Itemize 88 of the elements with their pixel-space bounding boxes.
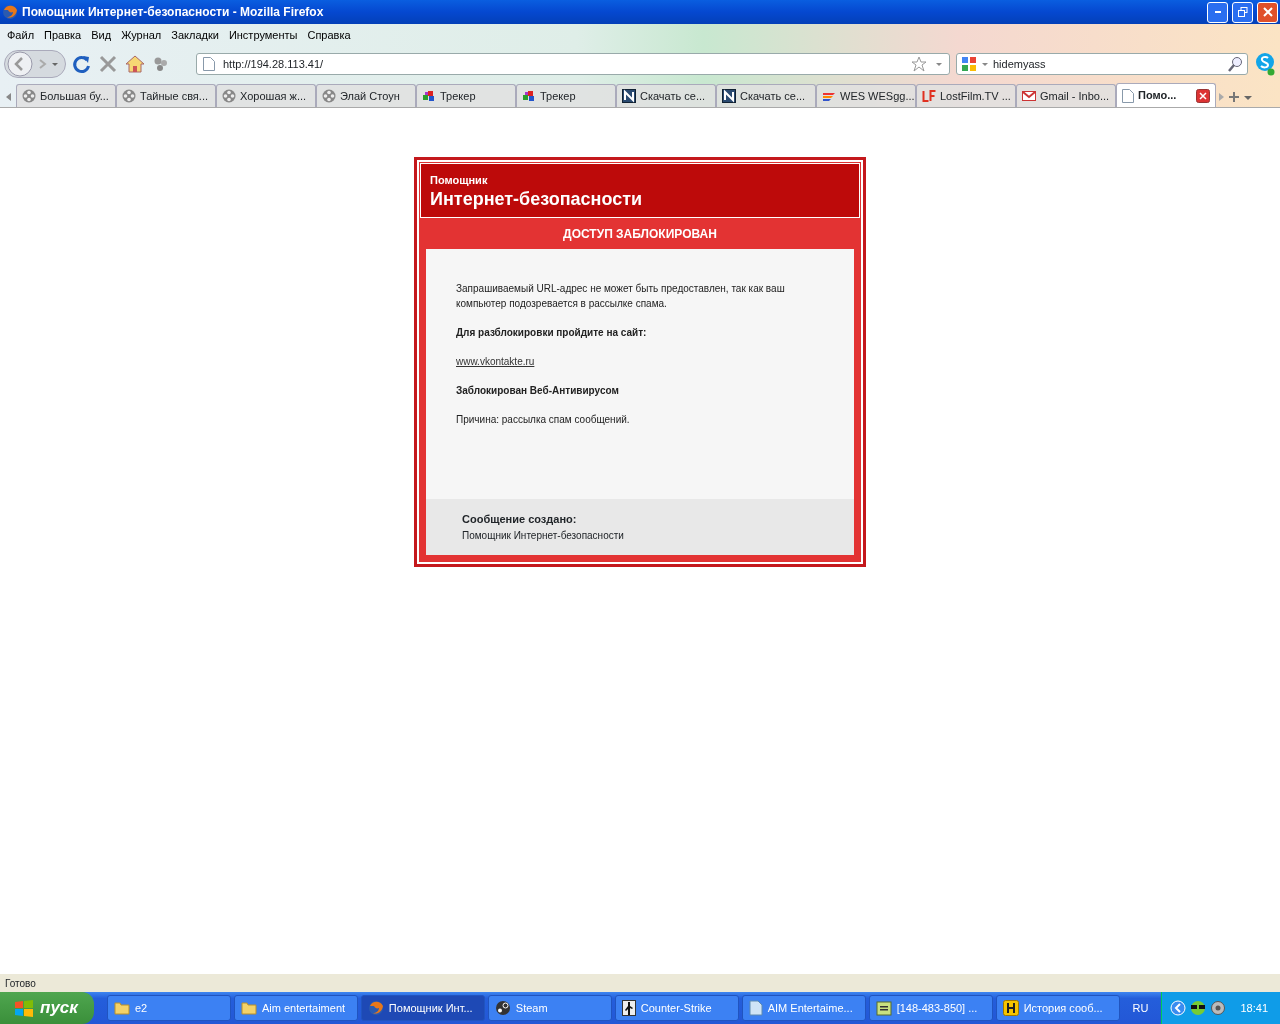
- site-link[interactable]: www.vkontakte.ru: [456, 356, 535, 368]
- film-reel-icon: [22, 89, 36, 103]
- close-icon: [1262, 7, 1273, 17]
- dropdown-caret-icon[interactable]: [981, 60, 989, 68]
- url-text: http://194.28.113.41/: [223, 56, 325, 72]
- menu-item[interactable]: Правка: [39, 26, 87, 44]
- taskbar-button[interactable]: Counter-Strike: [614, 995, 739, 1021]
- minimize-icon: [1214, 11, 1221, 13]
- search-text: hidemyass: [993, 56, 1047, 72]
- home-icon[interactable]: [124, 54, 146, 74]
- address-field[interactable]: http://194.28.113.41/: [196, 53, 950, 75]
- menu-item[interactable]: Инструменты: [223, 26, 303, 44]
- tab-close-icon[interactable]: [1196, 88, 1210, 103]
- speaker-icon[interactable]: [1210, 1000, 1227, 1016]
- document-icon: [748, 1000, 763, 1016]
- envelope-icon: [1022, 89, 1036, 103]
- film-reel-icon: [322, 89, 336, 103]
- reason-text: Причина: рассылка спам сообщений.: [456, 413, 631, 428]
- taskbar-button[interactable]: История сооб...: [995, 995, 1120, 1021]
- taskbar-button[interactable]: Aim entertaiment: [233, 995, 358, 1021]
- dark-square-icon: [722, 89, 736, 103]
- dropdown-caret-icon: [51, 60, 59, 68]
- footer-heading: Сообщение создано:: [462, 512, 578, 528]
- clipboard-icon: [875, 1000, 892, 1016]
- sunglasses-face-icon[interactable]: [1189, 1000, 1208, 1016]
- messenger-status-icon[interactable]: [1254, 52, 1276, 76]
- back-forward-buttons[interactable]: [4, 50, 66, 78]
- message-text: Запрашиваемый URL-адрес не может быть предоставлен, так как ваш компьютер подозревается в рассылке спама.: [456, 282, 786, 312]
- firefox-logo-icon: [2, 4, 18, 20]
- blocked-by-heading: Заблокирован Веб-Антивирусом: [456, 384, 620, 399]
- dark-square-icon: [622, 89, 636, 103]
- search-icon[interactable]: [1227, 56, 1243, 72]
- start-button[interactable]: пуск: [0, 992, 94, 1024]
- square-logo-icon: [1002, 1000, 1019, 1016]
- browser-tab[interactable]: Трекер: [416, 84, 516, 107]
- film-reel-icon: [222, 89, 236, 103]
- taskbar-button[interactable]: AIM Entertaime...: [741, 995, 866, 1021]
- star-icon[interactable]: [911, 56, 927, 72]
- restore-button[interactable]: [1232, 1, 1253, 23]
- folder-icon: [113, 1001, 130, 1015]
- browser-tab[interactable]: Скачать се...: [716, 84, 816, 107]
- brand-title: Интернет-безопасности: [430, 188, 644, 211]
- menu-item[interactable]: Журнал: [116, 26, 167, 44]
- window-title: Помощник Интернет-безопасности - Mozilla Firefox: [22, 4, 325, 21]
- taskbar-button[interactable]: e2: [106, 995, 231, 1021]
- browser-tab[interactable]: Помо...: [1116, 83, 1216, 107]
- stop-x-icon[interactable]: [98, 54, 118, 74]
- molecule-icon[interactable]: [152, 55, 170, 73]
- browser-tab[interactable]: Хорошая ж...: [216, 84, 316, 107]
- browser-tab[interactable]: Элай Стоун: [316, 84, 416, 107]
- menu-item[interactable]: Закладки: [166, 26, 224, 44]
- folder-icon: [240, 1001, 257, 1015]
- language-indicator[interactable]: RU: [1122, 999, 1159, 1017]
- browser-tab[interactable]: Скачать се...: [616, 84, 716, 107]
- colorful-squares-icon: [522, 89, 536, 103]
- page-icon: [1122, 88, 1134, 103]
- brand-subtitle: Помощник: [430, 173, 489, 188]
- taskbar-button[interactable]: [148-483-850] ...: [868, 995, 993, 1021]
- clock-text: 18:41: [1240, 1000, 1268, 1016]
- bracket-logo-icon: [922, 89, 936, 103]
- restore-icon: [1237, 7, 1248, 17]
- blocked-banner: ДОСТУП ЗАБЛОКИРОВАН: [420, 218, 860, 250]
- film-reel-icon: [122, 89, 136, 103]
- reload-icon[interactable]: [72, 54, 92, 74]
- status-text: Готово: [5, 976, 36, 991]
- taskbar-button[interactable]: Steam: [487, 995, 612, 1021]
- search-field[interactable]: hidemyass: [956, 53, 1248, 75]
- menu-item[interactable]: Вид: [86, 26, 117, 44]
- colorful-squares-icon: [422, 89, 436, 103]
- windows-flag-icon: [14, 999, 34, 1017]
- browser-tab[interactable]: Трекер: [516, 84, 616, 107]
- page-icon: [203, 57, 215, 71]
- fox-globe-icon: [367, 1000, 384, 1016]
- footer-text: Помощник Интернет-безопасности: [462, 528, 625, 543]
- close-button[interactable]: [1257, 1, 1278, 23]
- search-engine-icon[interactable]: [961, 56, 977, 72]
- browser-tab[interactable]: Тайные свя...: [116, 84, 216, 107]
- menu-item[interactable]: Файл: [2, 26, 40, 44]
- steam-logo-icon: [494, 1000, 511, 1016]
- browser-tab[interactable]: WES WESgg...: [816, 84, 916, 107]
- minimize-button[interactable]: [1207, 1, 1228, 23]
- browser-tab[interactable]: LostFilm.TV ...: [916, 84, 1016, 107]
- browser-tab[interactable]: Gmail - Inbo...: [1016, 84, 1116, 107]
- dropdown-caret-icon[interactable]: [935, 60, 943, 68]
- taskbar-button[interactable]: Помощник Инт...: [360, 995, 485, 1021]
- browser-tab[interactable]: Большая бу...: [16, 84, 116, 107]
- unblock-heading: Для разблокировки пройдите на сайт:: [456, 326, 648, 341]
- menu-item[interactable]: Справка: [302, 26, 356, 44]
